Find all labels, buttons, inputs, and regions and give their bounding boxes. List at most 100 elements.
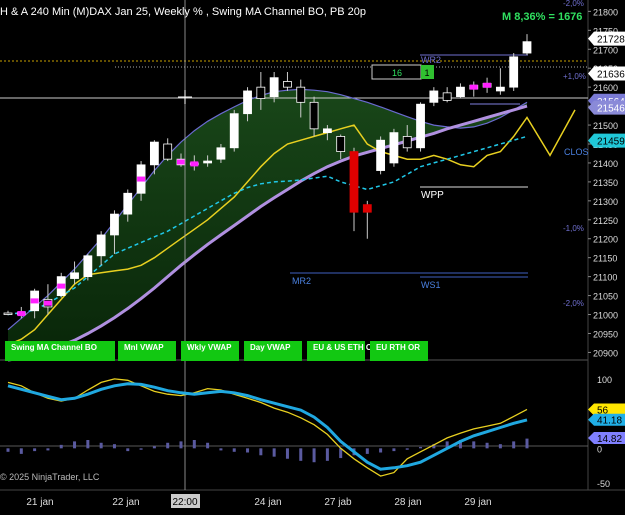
osc-tags: 5641.1814.82 xyxy=(588,403,625,445)
price-tick-label: 21300 xyxy=(593,197,618,207)
candle-body xyxy=(322,128,332,134)
price-tick-label: 21100 xyxy=(593,273,617,283)
candle-body xyxy=(256,86,266,99)
candle-marker xyxy=(57,283,66,289)
osc-histogram-bar xyxy=(166,442,170,449)
osc-histogram-bar xyxy=(419,446,423,449)
candle-body xyxy=(442,92,452,101)
osc-histogram-bar xyxy=(379,448,383,453)
osc-histogram-bar xyxy=(46,448,50,451)
candle-marker xyxy=(177,159,185,165)
candle-body xyxy=(229,113,239,149)
osc-histogram-bar xyxy=(6,448,10,452)
toolbar-button[interactable]: EU RTH OR xyxy=(370,341,428,361)
time-tick-label: 28 jan xyxy=(394,497,421,508)
candle-body xyxy=(70,272,79,279)
osc-histogram-bar xyxy=(525,438,529,449)
candle-body xyxy=(429,90,439,103)
toolbar-button[interactable]: EU & US ETH OR xyxy=(307,341,378,361)
osc-histogram-bar xyxy=(498,444,502,449)
candle-body xyxy=(509,56,519,88)
price-tick-label: 21200 xyxy=(593,235,618,245)
candle-body xyxy=(336,136,346,152)
osc-tick-label: -50 xyxy=(597,479,610,489)
osc-histogram-bar xyxy=(405,448,409,450)
performance-stat: M 8,36% = 1676 xyxy=(502,11,582,23)
position-box[interactable]: 16 1 xyxy=(371,64,434,80)
candle-body xyxy=(110,213,119,236)
ws1-label: WS1 xyxy=(421,280,441,290)
time-tick-label: 21 jan xyxy=(26,497,53,508)
toolbar-button-label: Swing MA Channel BO xyxy=(11,343,97,352)
price-tick-label: 21000 xyxy=(593,311,618,321)
toolbar-buttons: Swing MA Channel BO Mnl VWAP Wkly VWAP Day … xyxy=(5,341,428,361)
candle-body xyxy=(362,204,372,213)
osc-histogram-bar xyxy=(259,448,263,456)
price-tick-label: 21050 xyxy=(593,292,618,302)
candle-body xyxy=(3,312,13,315)
price-tag-label: 21459 xyxy=(597,137,625,148)
price-tag-label: 21728 xyxy=(597,35,625,46)
osc-histogram-bar xyxy=(219,448,223,451)
osc-histogram-bar xyxy=(485,442,489,449)
osc-histogram-bar xyxy=(512,441,516,449)
pct-plus-2-label: -2,0% xyxy=(563,0,584,8)
pct-minus-1-label: -1,0% xyxy=(563,224,584,233)
candle-body xyxy=(456,86,465,98)
osc-histogram-bar xyxy=(312,448,316,463)
time-cursor-tag: 22:00 xyxy=(171,494,200,508)
osc-tick-label: 0 xyxy=(597,444,602,454)
toolbar-button[interactable]: Day VWAP xyxy=(244,341,302,361)
chart-title: H & A 240 Min (M)DAX Jan 25, Weekly % , … xyxy=(0,6,366,18)
candle-body xyxy=(309,101,319,130)
candle-marker xyxy=(483,82,492,88)
price-tick-label: 21250 xyxy=(593,216,618,226)
position-side: 1 xyxy=(424,68,429,78)
price-tag-label: 21636 xyxy=(597,70,625,81)
candle-body xyxy=(416,103,425,149)
toolbar-button[interactable]: Mnl VWAP xyxy=(118,341,176,361)
copyright: © 2025 NinjaTrader, LLC xyxy=(0,472,100,482)
price-tick-label: 21600 xyxy=(593,83,618,93)
pct-minus-2-label: -2,0% xyxy=(563,299,584,308)
svg-text:22:00: 22:00 xyxy=(172,497,197,508)
candle-body xyxy=(283,81,292,88)
candle-body xyxy=(216,147,226,160)
crosshair-cursor xyxy=(178,90,192,104)
osc-tag: 41.18 xyxy=(588,413,625,427)
osc-tag: 14.82 xyxy=(588,432,625,445)
mr2-label: MR2 xyxy=(292,276,311,286)
time-tick-label: 27 jab xyxy=(324,497,352,508)
price-tick-label: 21800 xyxy=(593,7,618,17)
clos-label: CLOS xyxy=(564,147,589,157)
chart-root: 100500-50 218002175021700216502160021550… xyxy=(0,0,625,510)
candle-body xyxy=(495,86,505,92)
toolbar-button[interactable]: Swing MA Channel BO xyxy=(5,341,115,361)
osc-histogram-bar xyxy=(152,446,156,449)
osc-histogram-bar xyxy=(59,444,63,449)
candle-marker xyxy=(43,300,52,306)
price-tag: 21546 xyxy=(588,100,625,115)
price-axis-ticks: 2180021750217002165021600215502150021450… xyxy=(588,7,618,358)
wr2-label: WR2 xyxy=(421,55,441,65)
ma-channel-fill xyxy=(8,89,527,361)
price-tag-label: 21546 xyxy=(597,104,625,115)
candle-body xyxy=(389,132,399,164)
candle-body xyxy=(349,151,359,213)
candle-body xyxy=(243,90,252,115)
toolbar-button[interactable]: Wkly VWAP xyxy=(181,341,239,361)
candle-body xyxy=(203,160,213,164)
toolbar-button-label: Day VWAP xyxy=(250,343,291,352)
osc-histogram-bar xyxy=(272,448,276,457)
osc-histogram xyxy=(6,438,529,463)
price-tag: 21728 xyxy=(588,31,625,46)
candle-marker xyxy=(17,311,26,317)
price-tick-label: 21500 xyxy=(593,121,618,131)
toolbar-button-label: Wkly VWAP xyxy=(187,343,232,352)
osc-histogram-bar xyxy=(246,448,250,453)
osc-tag-label: 41.18 xyxy=(597,416,622,427)
osc-tag-label: 14.82 xyxy=(597,434,622,445)
candle-body xyxy=(402,136,412,149)
wpp-label: WPP xyxy=(421,190,444,201)
osc-histogram-bar xyxy=(325,448,329,461)
